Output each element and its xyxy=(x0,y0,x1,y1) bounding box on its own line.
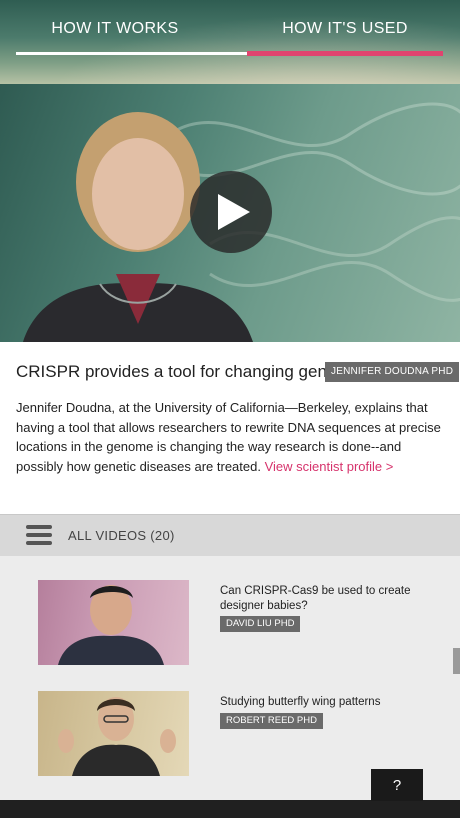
speaker-badge[interactable]: JENNIFER DOUDNA PHD xyxy=(325,362,460,382)
video-list: Can CRISPR-Cas9 be used to create design… xyxy=(0,556,460,800)
tab-how-it-works[interactable]: HOW IT WORKS xyxy=(0,0,230,58)
thumbnail-portrait xyxy=(58,697,176,776)
all-videos-bar[interactable]: ALL VIDEOS (20) xyxy=(0,514,460,556)
tab-label: HOW IT'S USED xyxy=(282,20,408,37)
tab-underline xyxy=(16,52,247,55)
video-player[interactable] xyxy=(0,84,460,342)
bottom-bar xyxy=(0,800,460,818)
tab-how-its-used[interactable]: HOW IT'S USED xyxy=(230,0,460,58)
video-item-speaker: DAVID LIU PHD xyxy=(220,616,301,632)
video-title-row: CRISPR provides a tool for changing gene… xyxy=(16,360,460,386)
all-videos-label: ALL VIDEOS (20) xyxy=(68,528,175,543)
tab-header: HOW IT WORKS HOW IT'S USED xyxy=(0,0,460,84)
video-item-title: Studying butterfly wing patterns xyxy=(220,696,381,708)
video-description: Jennifer Doudna, at the University of Ca… xyxy=(16,398,446,476)
help-button[interactable]: ? xyxy=(371,769,423,801)
video-item-title: Can CRISPR-Cas9 be used to create design… xyxy=(220,585,411,612)
video-thumbnail xyxy=(38,691,189,776)
video-item-speaker: ROBERT REED PHD xyxy=(220,713,323,729)
play-button[interactable] xyxy=(190,171,272,253)
video-thumbnail xyxy=(38,580,189,665)
list-item[interactable]: Can CRISPR-Cas9 be used to create design… xyxy=(0,580,460,680)
tab-label: HOW IT WORKS xyxy=(51,20,179,37)
thumbnail-portrait xyxy=(58,585,164,665)
play-icon xyxy=(218,194,250,230)
scrollbar[interactable] xyxy=(453,648,460,674)
video-title: CRISPR provides a tool for changing gene… xyxy=(16,362,345,381)
scientist-profile-link[interactable]: View scientist profile > xyxy=(265,459,394,474)
active-tab-indicator xyxy=(247,51,443,56)
hamburger-menu-icon[interactable] xyxy=(26,525,52,545)
